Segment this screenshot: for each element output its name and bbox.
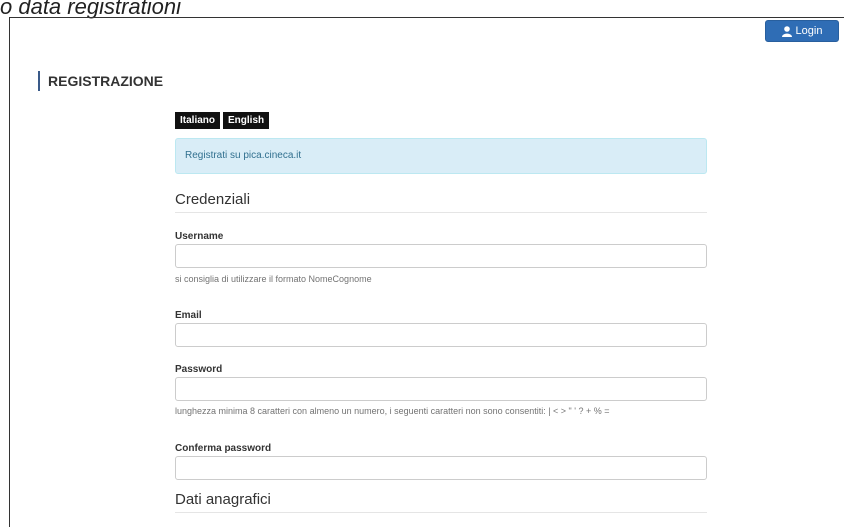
info-alert: Registrati su pica.cineca.it xyxy=(175,138,707,174)
username-label: Username xyxy=(175,231,224,242)
user-icon xyxy=(781,25,792,37)
page-title: REGISTRAZIONE xyxy=(38,71,163,91)
password-help: lunghezza minima 8 caratteri con almeno … xyxy=(175,406,610,416)
confirm-password-label: Conferma password xyxy=(175,443,272,454)
language-selector: Italiano English xyxy=(175,112,270,129)
login-button[interactable]: Login xyxy=(765,20,839,42)
browser-frame xyxy=(9,17,844,527)
credentials-heading: Credenziali xyxy=(175,191,707,213)
email-label: Email xyxy=(175,310,202,321)
lang-italiano-button[interactable]: Italiano xyxy=(175,112,221,129)
username-field[interactable] xyxy=(175,244,707,268)
username-help: si consiglia di utilizzare il formato No… xyxy=(175,274,372,284)
email-field[interactable] xyxy=(175,323,707,347)
lang-english-button[interactable]: English xyxy=(223,112,270,129)
confirm-password-field[interactable] xyxy=(175,456,707,480)
password-label: Password xyxy=(175,364,223,375)
personal-data-heading: Dati anagrafici xyxy=(175,491,707,513)
login-label: Login xyxy=(795,25,823,37)
password-field[interactable] xyxy=(175,377,707,401)
